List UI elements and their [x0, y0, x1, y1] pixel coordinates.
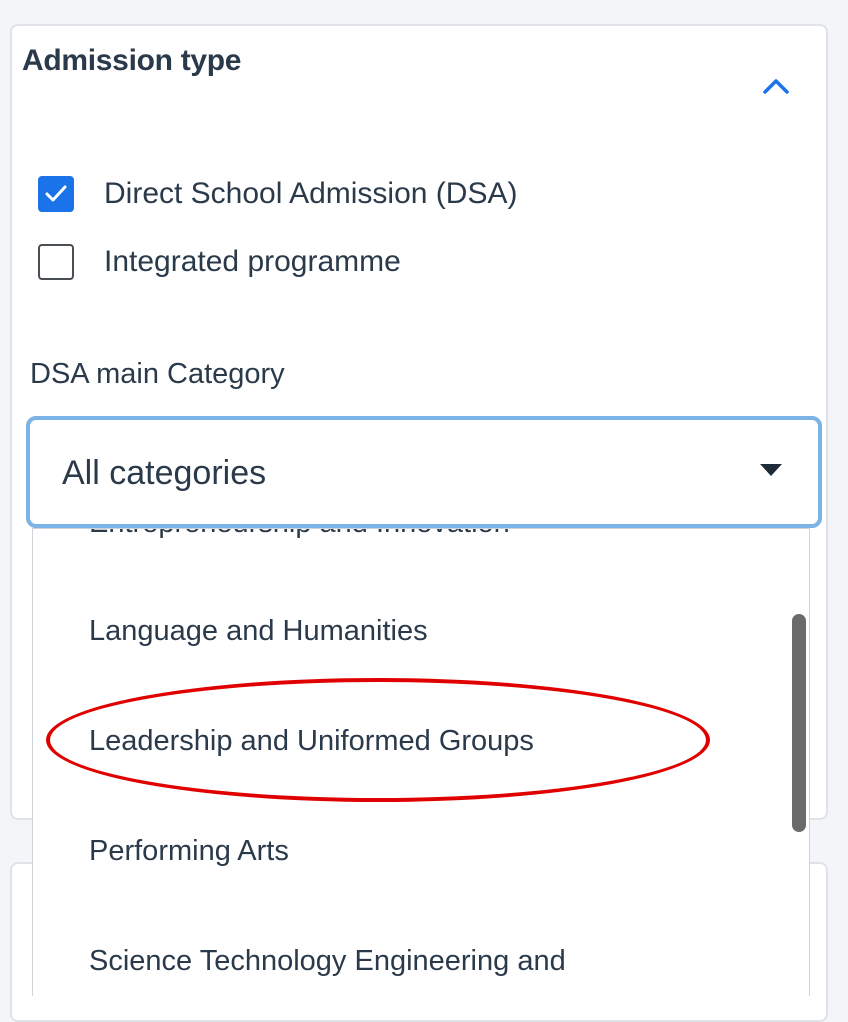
checkmark-icon	[45, 185, 67, 202]
dsa-checkbox[interactable]	[38, 176, 74, 212]
dropdown-scrollbar[interactable]	[792, 614, 806, 832]
caret-down-icon	[760, 464, 782, 476]
category-dropdown-list: Entrepreneurship and Innovation Language…	[32, 528, 810, 996]
dsa-label: Direct School Admission (DSA)	[104, 177, 518, 210]
select-value: All categories	[62, 454, 267, 492]
dropdown-item-science-technology[interactable]: Science Technology Engineering and	[89, 945, 566, 978]
dropdown-item-performing-arts[interactable]: Performing Arts	[89, 835, 289, 868]
chevron-up-icon	[763, 79, 789, 94]
dsa-category-label: DSA main Category	[30, 358, 285, 390]
option-integrated-programme[interactable]: Integrated programme	[38, 244, 401, 280]
dsa-category-select[interactable]: All categories	[26, 416, 822, 528]
integrated-programme-checkbox[interactable]	[38, 244, 74, 280]
option-dsa[interactable]: Direct School Admission (DSA)	[38, 176, 517, 212]
collapse-button[interactable]	[752, 66, 800, 106]
dropdown-item-entrepreneurship[interactable]: Entrepreneurship and Innovation	[89, 529, 510, 540]
dropdown-item-leadership-uniformed-groups[interactable]: Leadership and Uniformed Groups	[89, 725, 534, 758]
section-title: Admission type	[22, 44, 242, 77]
dropdown-item-language-humanities[interactable]: Language and Humanities	[89, 615, 428, 648]
integrated-programme-label: Integrated programme	[104, 245, 401, 278]
